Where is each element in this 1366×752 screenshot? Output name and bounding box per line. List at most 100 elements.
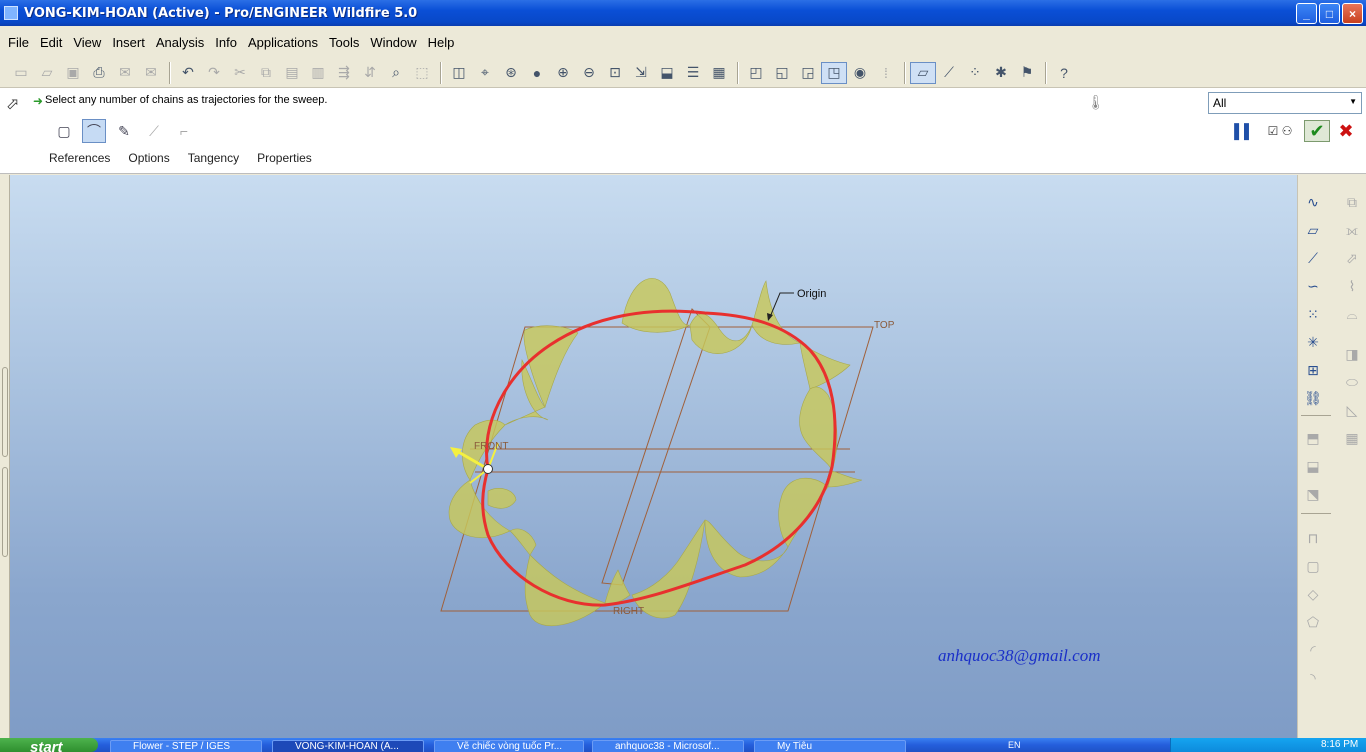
csys-tool-icon[interactable]: ✳ — [1301, 331, 1325, 353]
menu-view[interactable]: View — [69, 35, 105, 50]
tab-references[interactable]: References — [49, 151, 110, 165]
origin-annotation[interactable]: Origin — [767, 288, 826, 321]
hidden-line-icon[interactable]: ◱ — [769, 62, 795, 84]
pattern-icon[interactable]: ▦ — [1340, 427, 1364, 449]
menu-file[interactable]: File — [4, 35, 33, 50]
ok-check-icon[interactable]: ✔ — [1304, 120, 1330, 142]
chamfer-tool-icon[interactable]: ◝ — [1301, 667, 1325, 689]
sweep-tool-icon[interactable]: ◇ — [1301, 583, 1325, 605]
copy-feature-icon[interactable]: ⧉ — [1340, 191, 1364, 213]
right-plane-label[interactable]: RIGHT — [613, 606, 644, 617]
shell-tool-icon[interactable]: ⬓ — [1301, 455, 1325, 477]
minimize-button[interactable]: _ — [1296, 3, 1317, 24]
task-proe[interactable]: VONG-KIM-HOAN (A... — [272, 740, 424, 752]
menu-edit[interactable]: Edit — [36, 35, 66, 50]
task-tutorial[interactable]: Vẽ chiếc vòng tuốc Pr... — [434, 740, 584, 752]
shading-icon[interactable]: ◳ — [821, 61, 847, 84]
cancel-x-icon[interactable]: ✖ — [1336, 120, 1356, 142]
filter-select[interactable]: All ▼ — [1208, 92, 1362, 114]
email-icon[interactable]: ✉ — [112, 62, 138, 84]
menu-window[interactable]: Window — [366, 35, 420, 50]
enhanced-realism-icon[interactable]: ◉ — [847, 62, 873, 84]
repaint-icon[interactable]: ◫ — [446, 62, 472, 84]
preview-toggle[interactable]: ☑ ⚇ — [1260, 120, 1300, 142]
coord-sys-icon[interactable]: ✱ — [988, 62, 1014, 84]
trim-icon[interactable]: ⌇ — [1340, 275, 1364, 297]
selection-box-icon[interactable]: ⬚ — [409, 62, 435, 84]
remove-material-icon[interactable]: ⟋ — [142, 119, 166, 143]
start-button[interactable]: start — [0, 738, 98, 752]
orient-mode-icon[interactable]: ⊛ — [498, 62, 524, 84]
analysis-tool-icon[interactable]: ⊞ — [1301, 359, 1325, 381]
model-canvas[interactable]: TOP FRONT RIGHT Origin — [10, 175, 1297, 738]
task-outlook[interactable]: anhquoc38 - Microsof... — [592, 740, 744, 752]
thicken-feature-icon[interactable]: ⬭ — [1340, 371, 1364, 393]
paste-special-icon[interactable]: ▥ — [305, 62, 331, 84]
cut-icon[interactable]: ✂ — [227, 62, 253, 84]
revolve-tool-icon[interactable]: ▢ — [1301, 555, 1325, 577]
tab-properties[interactable]: Properties — [257, 151, 312, 165]
extend-icon[interactable]: ⌓ — [1340, 303, 1364, 325]
create-surface-icon[interactable]: ⌒ — [82, 119, 106, 143]
menu-applications[interactable]: Applications — [244, 35, 322, 50]
refit-icon[interactable]: ⊡ — [602, 62, 628, 84]
find-icon[interactable]: ⌕ — [383, 62, 409, 84]
curve-tool-icon[interactable]: ∽ — [1301, 275, 1325, 297]
splitter-grip[interactable] — [2, 367, 8, 457]
sketch-tool-icon[interactable]: ∿ — [1301, 191, 1325, 213]
paste-icon[interactable]: ▤ — [279, 62, 305, 84]
offset-icon[interactable]: ◨ — [1340, 343, 1364, 365]
layers-icon[interactable]: ☰ — [680, 62, 706, 84]
solidify-icon[interactable]: ◺ — [1340, 399, 1364, 421]
chain-tool-icon[interactable]: ⛓ — [1301, 387, 1325, 409]
new-file-icon[interactable]: ▭ — [8, 62, 34, 84]
point-tool-icon[interactable]: ⁙ — [1301, 303, 1325, 325]
save-icon[interactable]: ▣ — [60, 62, 86, 84]
email-link-icon[interactable]: ✉ — [138, 62, 164, 84]
tab-options[interactable]: Options — [128, 151, 169, 165]
annotation-icon[interactable]: ⚑ — [1014, 62, 1040, 84]
redo-icon[interactable]: ↷ — [201, 62, 227, 84]
datum-planes-icon[interactable]: ▱ — [910, 61, 936, 84]
zoom-out-icon[interactable]: ⊖ — [576, 62, 602, 84]
task-flower[interactable]: Flower - STEP / IGES — [110, 740, 262, 752]
sweep-surface[interactable] — [448, 278, 863, 627]
appearance-icon[interactable]: ● — [524, 62, 550, 84]
zoom-in-icon[interactable]: ⊕ — [550, 62, 576, 84]
no-hidden-icon[interactable]: ◲ — [795, 62, 821, 84]
datum-points-icon[interactable]: ⁘ — [962, 62, 988, 84]
create-solid-icon[interactable]: ▢ — [52, 119, 76, 143]
reorient-icon[interactable]: ⇲ — [628, 62, 654, 84]
wireframe-icon[interactable]: ◰ — [743, 62, 769, 84]
maximize-button[interactable]: □ — [1319, 3, 1340, 24]
spin-center-icon[interactable]: ⌖ — [472, 62, 498, 84]
regen-manager-icon[interactable]: ⇵ — [357, 62, 383, 84]
plane-tool-icon[interactable]: ▱ — [1301, 219, 1325, 241]
saved-views-icon[interactable]: ⬓ — [654, 62, 680, 84]
axis-tool-icon[interactable]: ⟋ — [1301, 247, 1325, 269]
merge-icon[interactable]: ⬀ — [1340, 247, 1364, 269]
model-tree-icon[interactable]: ⁞ — [873, 62, 899, 84]
context-help-icon[interactable]: ? — [1051, 62, 1077, 84]
close-button[interactable]: × — [1342, 3, 1363, 24]
datum-axes-icon[interactable]: ⟋ — [936, 62, 962, 84]
regenerate-icon[interactable]: ⇶ — [331, 62, 357, 84]
pause-icon[interactable]: ▌▌ — [1234, 120, 1254, 142]
hole-tool-icon[interactable]: ⬒ — [1301, 427, 1325, 449]
menu-info[interactable]: Info — [211, 35, 241, 50]
extrude-tool-icon[interactable]: ⊓ — [1301, 527, 1325, 549]
menu-tools[interactable]: Tools — [325, 35, 363, 50]
task-mytieu[interactable]: My Tiêu — [754, 740, 906, 752]
open-file-icon[interactable]: ▱ — [34, 62, 60, 84]
rib-tool-icon[interactable]: ⬔ — [1301, 483, 1325, 505]
top-plane-label[interactable]: TOP — [874, 320, 895, 331]
tab-tangency[interactable]: Tangency — [188, 151, 239, 165]
sketch-icon[interactable]: ✎ — [112, 119, 136, 143]
menu-analysis[interactable]: Analysis — [152, 35, 208, 50]
thicken-icon[interactable]: ⌐ — [172, 119, 196, 143]
mirror-icon[interactable]: ⟗ — [1340, 219, 1364, 241]
language-bar[interactable]: EN — [1000, 738, 1170, 752]
copy-icon[interactable]: ⧉ — [253, 62, 279, 84]
blend-tool-icon[interactable]: ⬠ — [1301, 611, 1325, 633]
menu-help[interactable]: Help — [424, 35, 459, 50]
